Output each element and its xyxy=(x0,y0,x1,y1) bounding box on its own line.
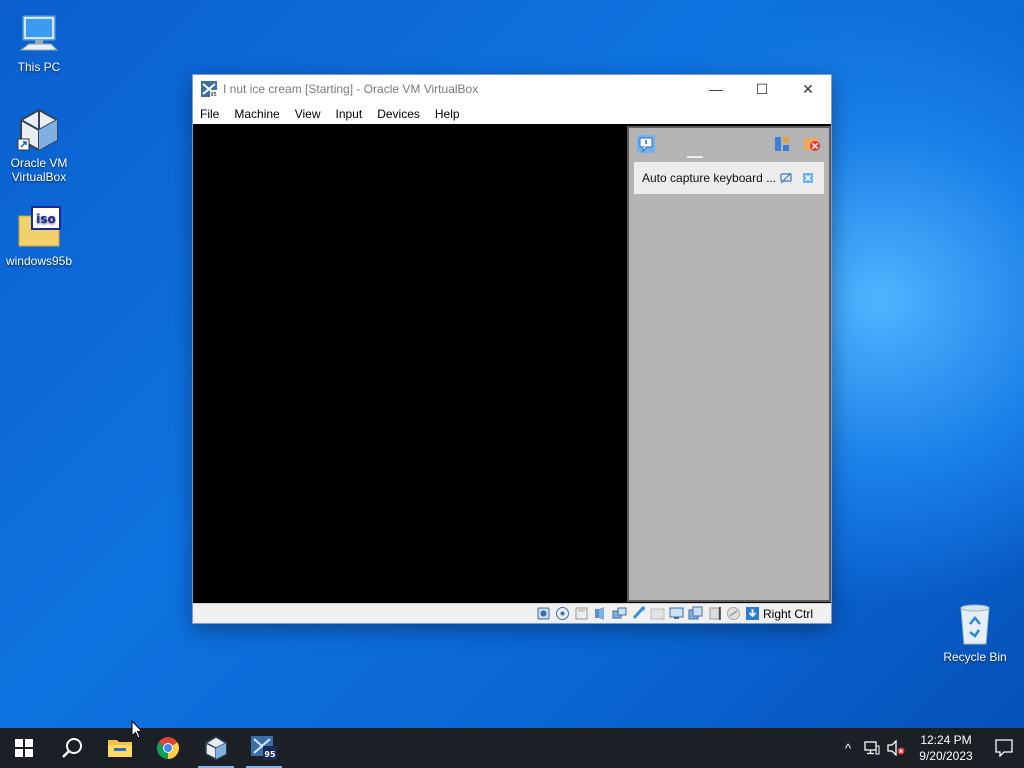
chrome-icon xyxy=(157,737,179,759)
virtualbox-taskbar-button[interactable] xyxy=(192,728,240,768)
search-button[interactable] xyxy=(48,728,96,768)
menu-help[interactable]: Help xyxy=(435,107,460,121)
desktop-icon-label: Oracle VM VirtualBox xyxy=(10,156,68,184)
file-explorer-icon xyxy=(108,740,132,757)
minimize-button[interactable]: — xyxy=(693,75,739,103)
menu-input[interactable]: Input xyxy=(336,107,363,121)
usb-icon[interactable] xyxy=(631,606,646,621)
mouse-integration-icon[interactable] xyxy=(726,606,741,621)
notification-center: Auto capture keyboard ... xyxy=(627,126,831,602)
menu-bar: File Machine View Input Devices Help xyxy=(193,103,831,124)
clock-date: 9/20/2023 xyxy=(919,749,973,763)
maximize-button[interactable]: ☐ xyxy=(739,75,785,103)
network-icon xyxy=(864,741,880,755)
window-titlebar[interactable]: 95 I nut ice cream [Starting] - Oracle V… xyxy=(193,75,831,103)
shared-folders-icon[interactable] xyxy=(650,606,665,621)
network-tray-button[interactable] xyxy=(860,728,884,768)
keyboard-capture-icon[interactable] xyxy=(745,606,760,621)
virtualbox-vm-window[interactable]: 95 I nut ice cream [Starting] - Oracle V… xyxy=(192,74,832,624)
system-tray: ^ 12:24 PM 9/20/2023 xyxy=(836,728,1024,768)
iso-file-icon: iso xyxy=(18,206,61,247)
virtualbox-icon xyxy=(205,736,227,760)
menu-view[interactable]: View xyxy=(295,107,321,121)
menu-machine[interactable]: Machine xyxy=(234,107,279,121)
svg-text:iso: iso xyxy=(36,212,56,226)
window-title: I nut ice cream [Starting] - Oracle VM V… xyxy=(223,82,479,96)
action-center-button[interactable] xyxy=(984,728,1024,768)
desktop-icon-recycle-bin[interactable]: Recycle Bin xyxy=(937,600,1013,664)
floppy-drive-icon[interactable] xyxy=(574,606,589,621)
notification-message[interactable]: Auto capture keyboard ... xyxy=(634,162,824,194)
start-icon xyxy=(15,739,33,757)
taskbar: 95 ^ 12:24 PM 9/20/2023 xyxy=(0,728,1024,768)
virtualbox-icon xyxy=(17,108,58,152)
desktop-icon-virtualbox[interactable]: Oracle VM VirtualBox xyxy=(1,106,77,184)
taskbar-clock[interactable]: 12:24 PM 9/20/2023 xyxy=(914,732,978,764)
chrome-button[interactable] xyxy=(144,728,192,768)
desktop-icon-label: Recycle Bin xyxy=(943,650,1007,664)
recycle-bin-icon xyxy=(960,604,990,645)
dismiss-all-icon[interactable] xyxy=(803,135,821,153)
notification-text: Auto capture keyboard ... xyxy=(642,171,777,185)
network-icon[interactable] xyxy=(612,606,627,621)
active-tab-indicator xyxy=(687,156,703,158)
this-pc-icon xyxy=(19,15,59,51)
clock-time: 12:24 PM xyxy=(920,733,972,747)
menu-devices[interactable]: Devices xyxy=(377,107,420,121)
sort-notifications-icon[interactable] xyxy=(773,135,791,153)
optical-drive-icon[interactable] xyxy=(555,606,570,621)
search-icon xyxy=(62,738,82,758)
svg-text:95: 95 xyxy=(264,750,276,759)
volume-tray-button[interactable] xyxy=(884,728,908,768)
audio-icon[interactable] xyxy=(593,606,608,621)
vm-display[interactable]: Auto capture keyboard ... xyxy=(193,124,831,605)
desktop-icon-windows95b[interactable]: iso windows95b xyxy=(1,204,77,268)
virtualbox-window-icon: 95 xyxy=(201,81,217,97)
host-key-label: Right Ctrl xyxy=(762,606,813,621)
mouse-cursor-icon xyxy=(131,720,143,739)
close-notification-icon[interactable] xyxy=(802,172,814,184)
vm-window-taskbar-button[interactable]: 95 xyxy=(240,728,288,768)
desktop-icon-label: windows95b xyxy=(5,254,73,268)
do-not-show-again-icon[interactable] xyxy=(780,172,792,184)
desktop-icon-label: This PC xyxy=(17,60,61,74)
start-button[interactable] xyxy=(0,728,48,768)
close-button[interactable]: ✕ xyxy=(785,75,831,103)
hard-disk-icon[interactable] xyxy=(536,606,551,621)
notification-bubble-icon[interactable] xyxy=(636,134,656,154)
notification-icon xyxy=(995,739,1013,757)
windows95-vm-icon: 95 xyxy=(251,736,277,760)
display-icon[interactable] xyxy=(669,606,684,621)
volume-muted-icon xyxy=(887,740,905,756)
video-capture-icon[interactable] xyxy=(688,606,703,621)
desktop-icon-this-pc[interactable]: This PC xyxy=(1,10,77,74)
vm-status-bar: Right Ctrl xyxy=(193,603,831,623)
svg-text:95: 95 xyxy=(210,92,216,97)
menu-file[interactable]: File xyxy=(200,107,219,121)
show-hidden-icons-button[interactable]: ^ xyxy=(836,728,860,768)
cpu-icon[interactable] xyxy=(707,606,722,621)
